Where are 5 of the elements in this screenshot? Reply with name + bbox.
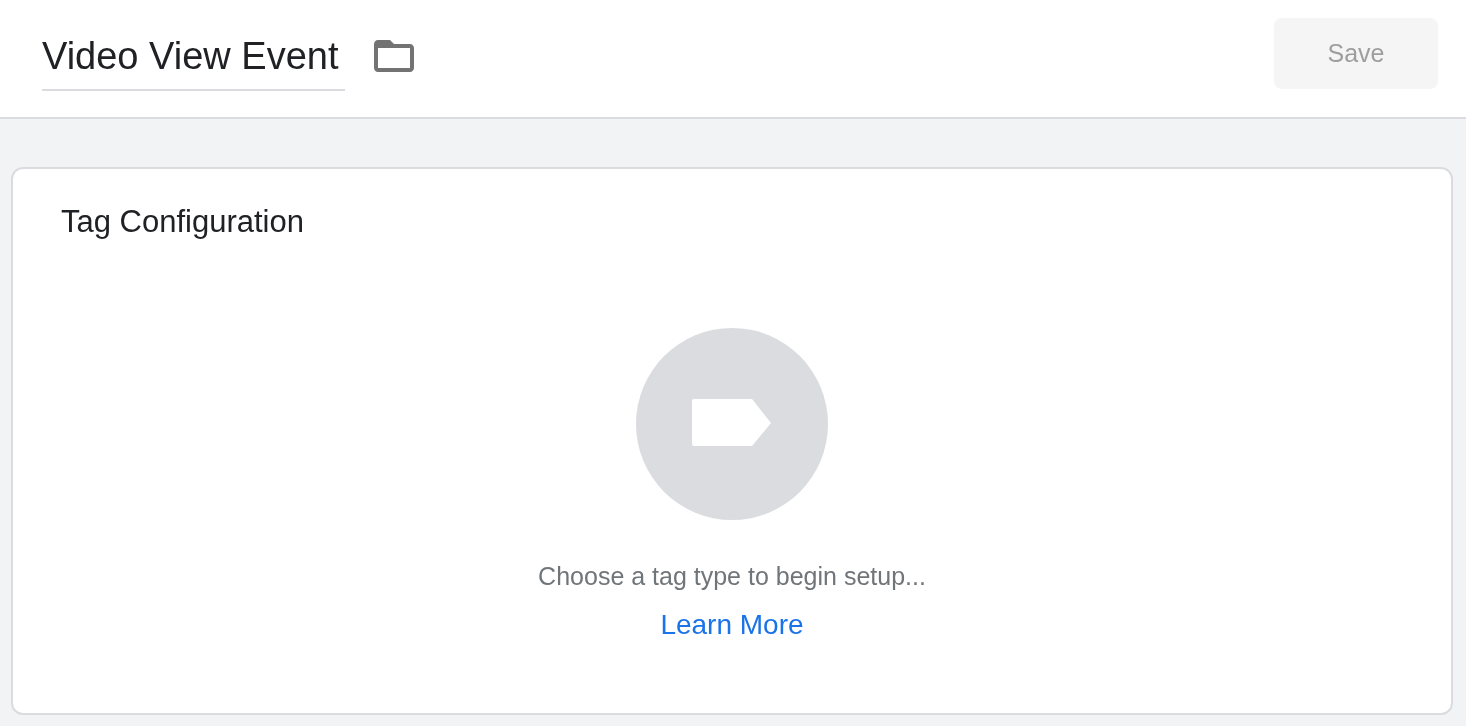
- name-field[interactable]: Video View Event: [42, 34, 345, 91]
- learn-more-link[interactable]: Learn More: [660, 608, 804, 642]
- setup-prompt: Choose a tag type to begin setup...: [538, 561, 926, 592]
- folder-icon[interactable]: [374, 40, 414, 72]
- card-title: Tag Configuration: [61, 203, 305, 241]
